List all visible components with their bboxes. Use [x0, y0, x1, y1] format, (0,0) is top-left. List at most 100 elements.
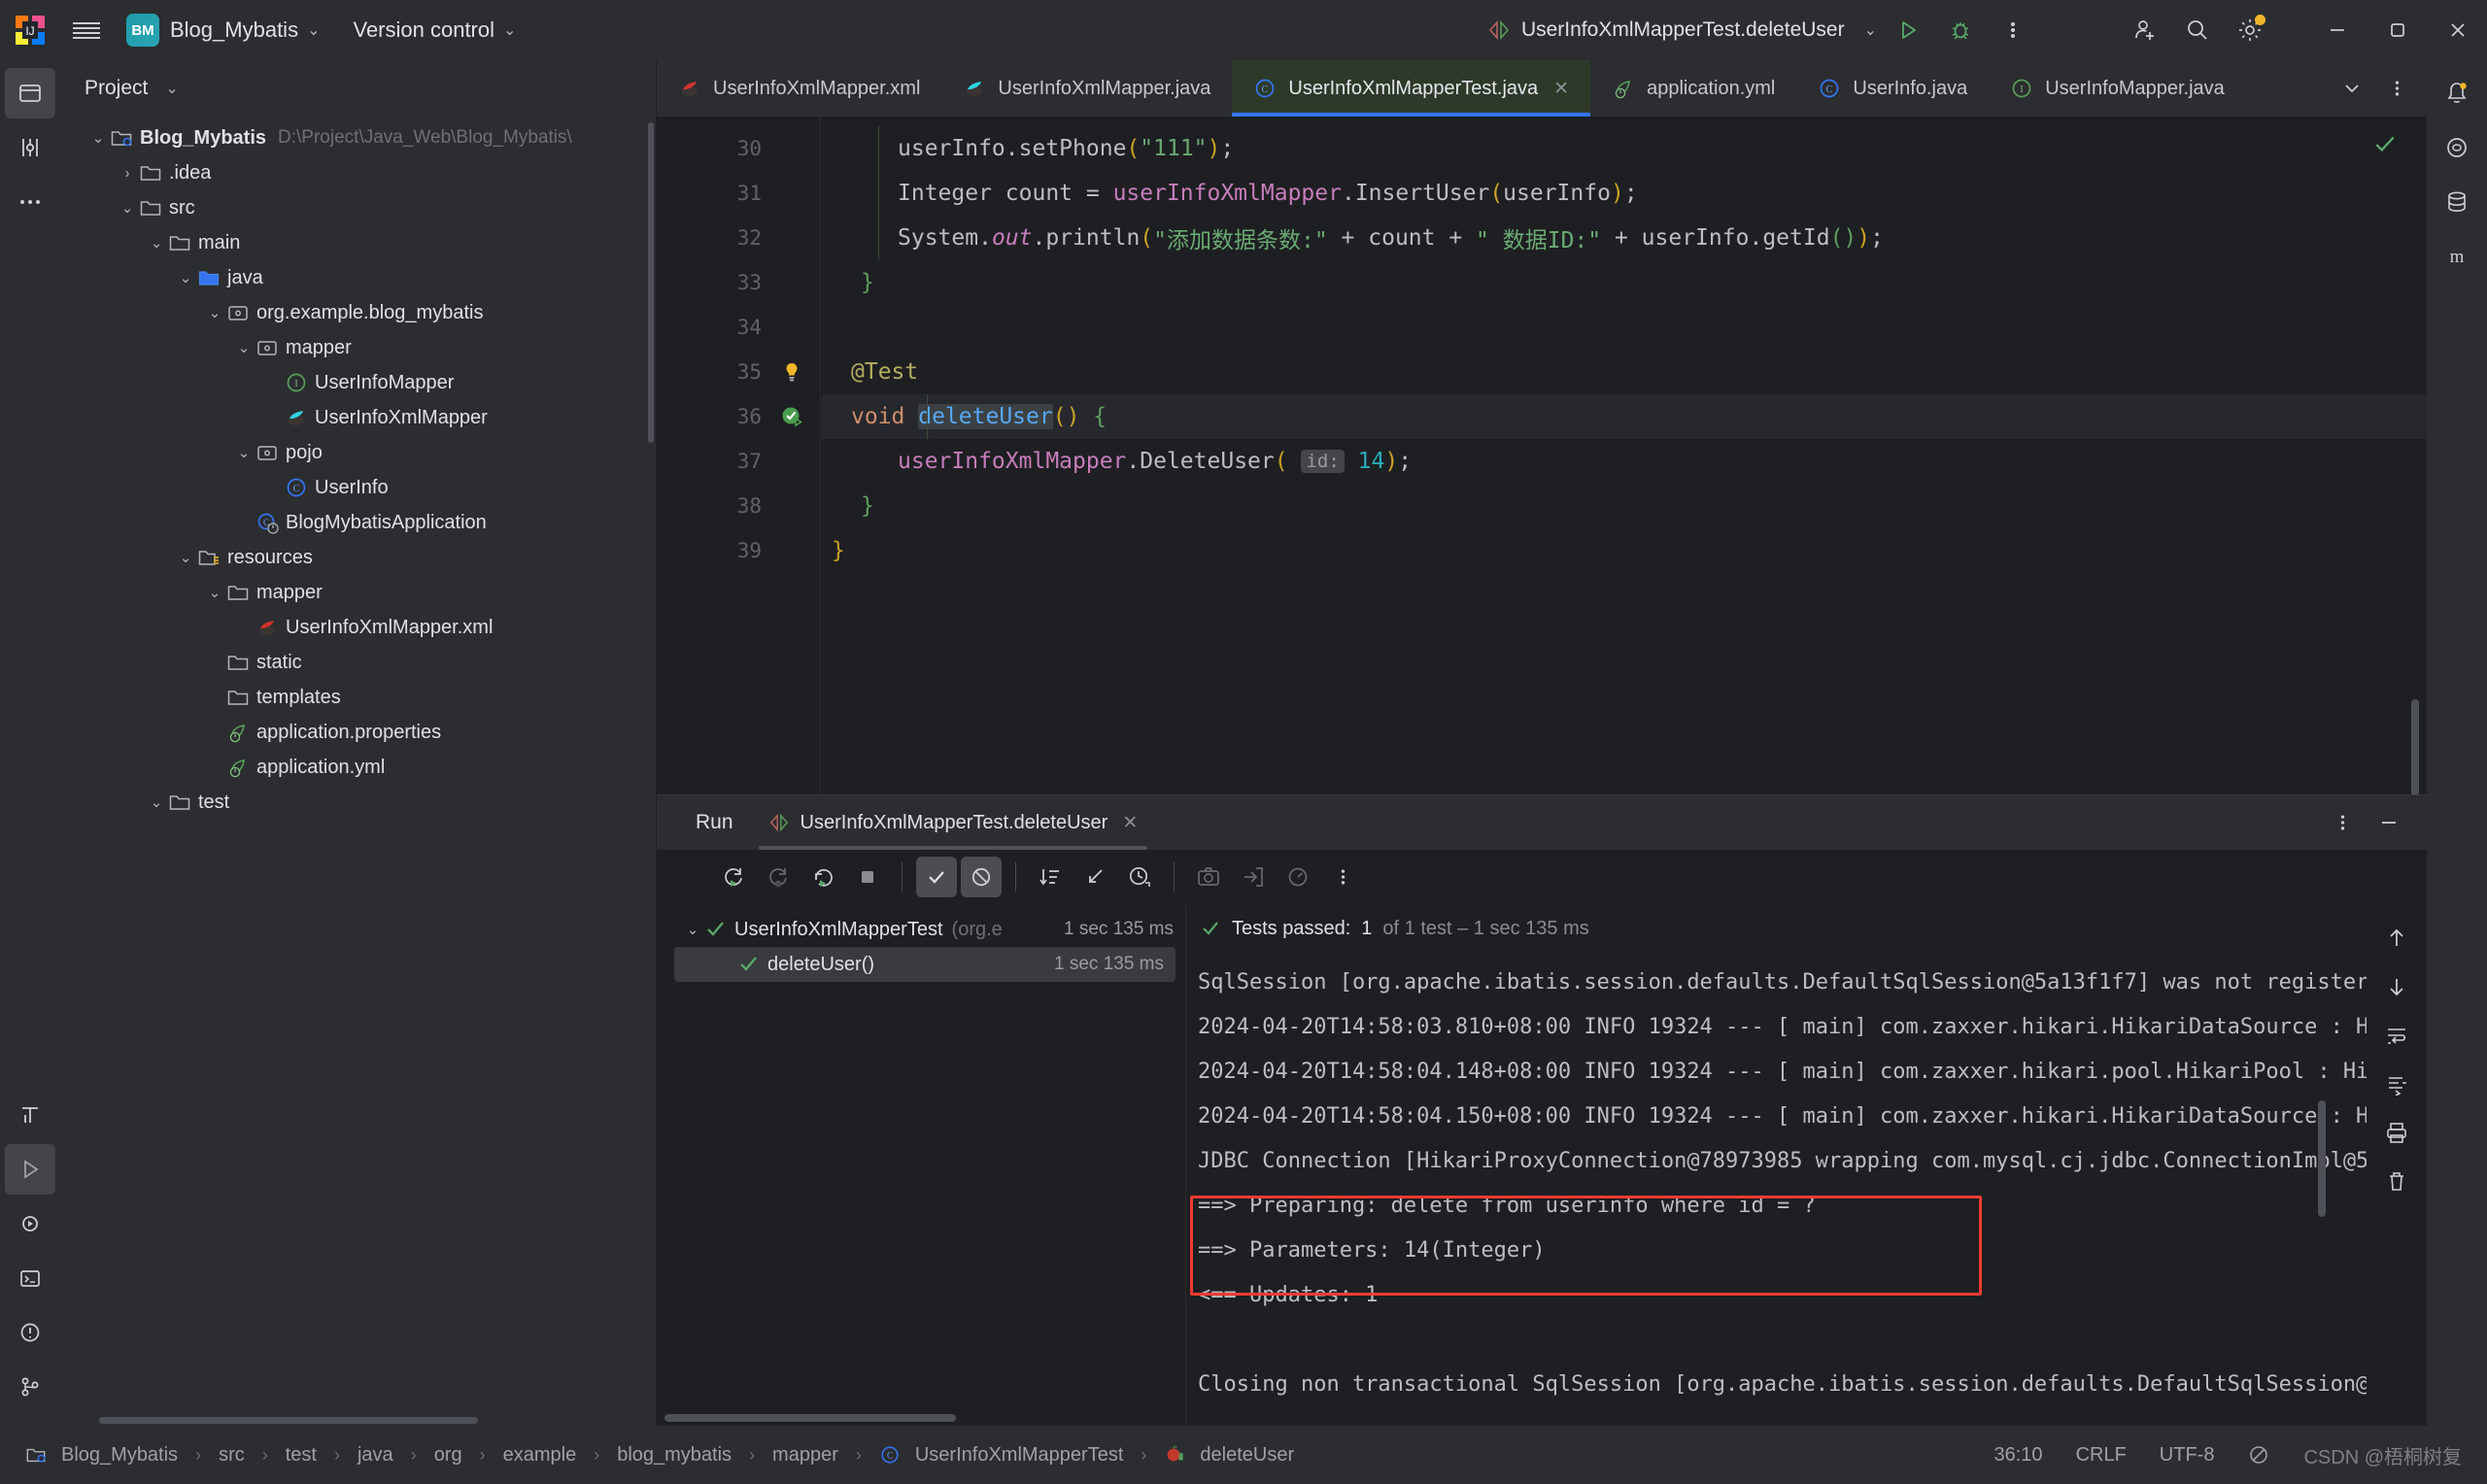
- version-control-tool-icon[interactable]: [5, 1362, 55, 1412]
- chevron-down-icon[interactable]: ⌄: [503, 20, 516, 40]
- tree-node--idea[interactable]: › .idea: [60, 155, 656, 190]
- maven-icon[interactable]: m: [2432, 231, 2482, 282]
- editor-tab-userinfomapper-java[interactable]: I UserInfoMapper.java: [1989, 60, 2246, 117]
- bulb-icon[interactable]: [762, 360, 822, 384]
- tree-node-pojo[interactable]: ⌄ pojo: [60, 435, 656, 470]
- breadcrumb-item[interactable]: example: [503, 1444, 577, 1467]
- project-tool-icon[interactable]: [5, 68, 55, 118]
- tree-node-org-example-blog-mybatis[interactable]: ⌄ org.example.blog_mybatis: [60, 295, 656, 330]
- test-tree-hscrollbar[interactable]: [664, 1414, 956, 1422]
- more-vertical-icon[interactable]: [1988, 5, 2038, 55]
- problems-tool-icon[interactable]: [5, 1307, 55, 1358]
- tree-node-java[interactable]: ⌄ java: [60, 260, 656, 295]
- close-icon[interactable]: [2429, 0, 2487, 60]
- close-icon[interactable]: ✕: [1553, 78, 1569, 100]
- chevron-down-icon[interactable]: ⌄: [175, 269, 196, 287]
- chevron-down-icon[interactable]: ⌄: [175, 549, 196, 566]
- tree-node-blogmybatisapplication[interactable]: C BlogMybatisApplication: [60, 505, 656, 540]
- chevron-down-icon[interactable]: ⌄: [146, 793, 167, 811]
- tree-node-resources[interactable]: ⌄ resources: [60, 540, 656, 575]
- close-icon[interactable]: ✕: [1122, 812, 1138, 834]
- soft-wrap-icon[interactable]: [2376, 1015, 2417, 1056]
- chevron-down-icon[interactable]: ⌄: [233, 339, 255, 356]
- version-control-menu[interactable]: Version control: [353, 17, 494, 43]
- editor-tab-userinfo-java[interactable]: C UserInfo.java: [1796, 60, 1989, 117]
- terminal-tool-icon[interactable]: [5, 1253, 55, 1303]
- chevron-down-icon[interactable]: ⌄: [87, 129, 109, 147]
- tree-node-userinfoxmlmapper-xml[interactable]: UserInfoXmlMapper.xml: [60, 610, 656, 645]
- add-user-icon[interactable]: [2120, 5, 2170, 55]
- chevron-right-icon[interactable]: ›: [117, 165, 138, 182]
- file-encoding[interactable]: UTF-8: [2160, 1444, 2215, 1467]
- maximize-icon[interactable]: [2368, 0, 2427, 60]
- run-test-gutter-icon[interactable]: [762, 405, 822, 428]
- stop-icon[interactable]: [847, 857, 888, 897]
- expand-collapse-icon[interactable]: [1074, 857, 1115, 897]
- rerun-icon[interactable]: [713, 857, 754, 897]
- editor-gutter[interactable]: 30 31 32 33 34 35 36 37 38 39: [657, 117, 822, 794]
- more-tool-windows-icon[interactable]: [5, 177, 55, 227]
- tree-node-main[interactable]: ⌄ main: [60, 225, 656, 260]
- editor-scrollbar[interactable]: [2411, 699, 2419, 794]
- hamburger-menu-icon[interactable]: [60, 0, 113, 60]
- chevron-down-icon[interactable]: ⌄: [146, 234, 167, 252]
- chevron-down-icon[interactable]: ⌄: [204, 304, 225, 321]
- run-tool-icon[interactable]: [5, 1144, 55, 1195]
- tree-node-application-properties[interactable]: application.properties: [60, 715, 656, 750]
- project-name[interactable]: Blog_Mybatis: [170, 17, 298, 43]
- tree-node-userinfomapper[interactable]: I UserInfoMapper: [60, 365, 656, 400]
- test-results-tree[interactable]: ⌄ UserInfoXmlMapperTest (org.e 1 sec 135 ms…: [657, 904, 1186, 1426]
- editor-tab-userinfoxmlmapper-java[interactable]: UserInfoXmlMapper.java: [941, 60, 1232, 117]
- editor-code[interactable]: userInfo. setPhone("111"); Integer count …: [822, 117, 2427, 794]
- structure-tool-icon[interactable]: [5, 1090, 55, 1140]
- search-icon[interactable]: [2172, 5, 2223, 55]
- rerun-auto-icon[interactable]: [802, 857, 843, 897]
- commit-tool-icon[interactable]: [5, 122, 55, 173]
- print-icon[interactable]: [2376, 1112, 2417, 1153]
- code-editor[interactable]: 30 31 32 33 34 35 36 37 38 39 userInfo. setPhone("…: [657, 117, 2427, 794]
- chevron-down-icon[interactable]: ⌄: [682, 921, 703, 938]
- show-ignored-icon[interactable]: [961, 857, 1002, 897]
- hide-panel-icon[interactable]: [2368, 802, 2409, 843]
- editor-tab-userinfoxmlmappertest-java[interactable]: C UserInfoXmlMapperTest.java ✕: [1232, 60, 1591, 117]
- profiler-icon[interactable]: [1278, 857, 1318, 897]
- project-tree-scrollbar[interactable]: [648, 122, 654, 443]
- history-icon[interactable]: [1119, 857, 1160, 897]
- breadcrumb-item[interactable]: mapper: [772, 1444, 838, 1467]
- editor-tab-userinfoxmlmapper-xml[interactable]: UserInfoXmlMapper.xml: [657, 60, 941, 117]
- run-session-tab[interactable]: UserInfoXmlMapperTest.deleteUser ✕: [758, 812, 1147, 850]
- chevron-down-icon[interactable]: ⌄: [165, 79, 178, 98]
- chevron-down-icon[interactable]: ⌄: [233, 444, 255, 461]
- scroll-down-icon[interactable]: [2376, 966, 2417, 1007]
- more-vertical-icon[interactable]: [2376, 68, 2417, 109]
- sort-by-duration-icon[interactable]: [1030, 857, 1071, 897]
- breadcrumb-item[interactable]: UserInfoXmlMapperTest: [915, 1444, 1124, 1467]
- project-tree-hscrollbar[interactable]: [99, 1417, 478, 1424]
- tree-node-mapper[interactable]: ⌄ mapper: [60, 330, 656, 365]
- database-icon[interactable]: [2432, 177, 2482, 227]
- tree-node-userinfo[interactable]: C UserInfo: [60, 470, 656, 505]
- debug-icon[interactable]: [1935, 5, 1986, 55]
- scroll-up-icon[interactable]: [2376, 918, 2417, 959]
- console-scrollbar[interactable]: [2318, 1100, 2326, 1217]
- clear-all-icon[interactable]: [2376, 1161, 2417, 1201]
- show-passed-icon[interactable]: [916, 857, 957, 897]
- line-separator[interactable]: CRLF: [2076, 1444, 2127, 1467]
- breadcrumb-item[interactable]: deleteUser: [1200, 1444, 1294, 1467]
- project-tree[interactable]: ⌄ Blog_Mybatis D:\Project\Java_Web\Blog_My…: [60, 117, 656, 1426]
- chevron-down-icon[interactable]: [2332, 68, 2372, 109]
- inspection-status-icon[interactable]: [2372, 132, 2398, 157]
- breadcrumb-item[interactable]: Blog_Mybatis: [61, 1444, 178, 1467]
- scroll-to-end-icon[interactable]: [2376, 1063, 2417, 1104]
- import-icon[interactable]: [1233, 857, 1274, 897]
- inspections-off-icon[interactable]: [2247, 1443, 2270, 1467]
- rerun-failed-icon[interactable]: [758, 857, 799, 897]
- breadcrumb-item[interactable]: blog_mybatis: [617, 1444, 732, 1467]
- run-icon[interactable]: [1883, 5, 1933, 55]
- more-vertical-icon[interactable]: [1322, 857, 1363, 897]
- chevron-down-icon[interactable]: ⌄: [117, 199, 138, 217]
- minimize-icon[interactable]: [2308, 0, 2367, 60]
- tree-node-userinfoxmlmapper[interactable]: UserInfoXmlMapper: [60, 400, 656, 435]
- chevron-down-icon[interactable]: ⌄: [204, 584, 225, 601]
- breadcrumb-item[interactable]: src: [219, 1444, 245, 1467]
